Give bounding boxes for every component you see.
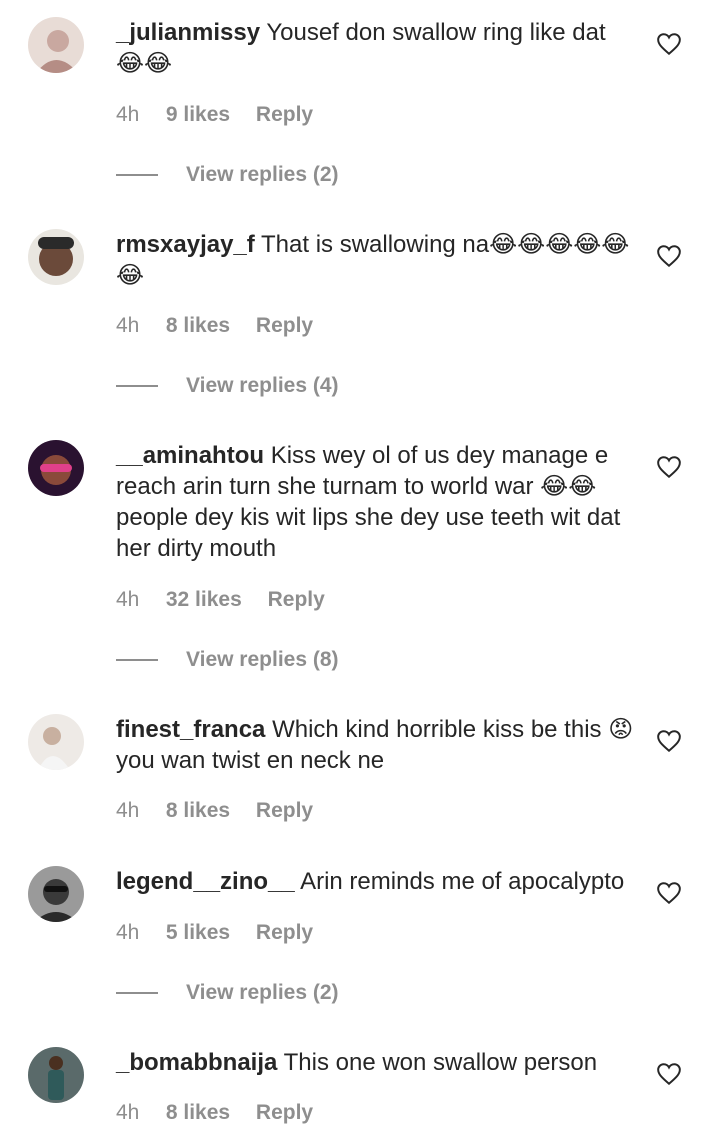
like-heart-icon[interactable] (656, 729, 682, 753)
view-replies-label[interactable]: View replies (8) (186, 648, 339, 671)
comment-username[interactable]: rmsxayjay_f (116, 231, 255, 258)
reply-button[interactable]: Reply (256, 1098, 313, 1128)
view-replies-label[interactable]: View replies (2) (186, 981, 339, 1004)
like-heart-icon[interactable] (656, 455, 682, 479)
like-heart-icon[interactable] (656, 244, 682, 268)
comment-time: 4h (116, 588, 140, 611)
comment-time: 4h (116, 103, 140, 126)
comment-time: 4h (116, 799, 140, 822)
comment-body: rmsxayjay_f That is swallowing na😂😂😂😂😂😂 (116, 229, 636, 291)
comment-likes[interactable]: 8 likes (166, 796, 230, 826)
view-replies-button[interactable]: View replies (4) (116, 371, 339, 401)
comment-likes[interactable]: 5 likes (166, 918, 230, 948)
comment-body: finest_franca Which kind horrible kiss b… (116, 714, 636, 776)
comment-meta: 4h 32 likes Reply (116, 585, 325, 615)
comment-username[interactable]: _julianmissy (116, 19, 260, 46)
comment-text: This one won swallow person (283, 1049, 598, 1076)
comment-text: Arin reminds me of apocalypto (300, 868, 625, 895)
replies-divider (116, 992, 158, 995)
view-replies-label[interactable]: View replies (4) (186, 374, 339, 397)
comment-time: 4h (116, 921, 140, 944)
comment-body: _bomabbnaija This one won swallow person (116, 1047, 636, 1078)
comment-username[interactable]: legend__zino__ (116, 868, 295, 895)
comment-likes[interactable]: 9 likes (166, 100, 230, 130)
comment-username[interactable]: finest_franca (116, 716, 265, 743)
comment-meta: 4h 8 likes Reply (116, 796, 313, 826)
replies-divider (116, 385, 158, 388)
comment-likes[interactable]: 8 likes (166, 311, 230, 341)
avatar[interactable] (28, 440, 84, 496)
comment-meta: 4h 9 likes Reply (116, 100, 313, 130)
avatar[interactable] (28, 714, 84, 770)
view-replies-button[interactable]: View replies (8) (116, 645, 339, 675)
replies-divider (116, 174, 158, 177)
reply-button[interactable]: Reply (256, 311, 313, 341)
reply-button[interactable]: Reply (256, 796, 313, 826)
view-replies-button[interactable]: View replies (2) (116, 160, 339, 190)
comment-likes[interactable]: 32 likes (166, 585, 242, 615)
like-heart-icon[interactable] (656, 1062, 682, 1086)
view-replies-button[interactable]: View replies (2) (116, 978, 339, 1008)
avatar[interactable] (28, 229, 84, 285)
comment-meta: 4h 5 likes Reply (116, 918, 313, 948)
reply-button[interactable]: Reply (256, 100, 313, 130)
replies-divider (116, 659, 158, 662)
reply-button[interactable]: Reply (256, 918, 313, 948)
avatar[interactable] (28, 866, 84, 922)
avatar[interactable] (28, 1047, 84, 1103)
like-heart-icon[interactable] (656, 32, 682, 56)
comment-likes[interactable]: 8 likes (166, 1098, 230, 1128)
reply-button[interactable]: Reply (268, 585, 325, 615)
comment-meta: 4h 8 likes Reply (116, 311, 313, 341)
comment-username[interactable]: _bomabbnaija (116, 1049, 277, 1076)
comment-time: 4h (116, 1101, 140, 1124)
comment-body: __aminahtou Kiss wey ol of us dey manage… (116, 440, 636, 564)
avatar[interactable] (28, 17, 84, 73)
comment-body: _julianmissy Yousef don swallow ring lik… (116, 17, 636, 79)
comment-username[interactable]: __aminahtou (116, 442, 264, 469)
comment-time: 4h (116, 314, 140, 337)
comment-body: legend__zino__ Arin reminds me of apocal… (116, 866, 636, 897)
comment-meta: 4h 8 likes Reply (116, 1098, 313, 1128)
like-heart-icon[interactable] (656, 881, 682, 905)
view-replies-label[interactable]: View replies (2) (186, 163, 339, 186)
